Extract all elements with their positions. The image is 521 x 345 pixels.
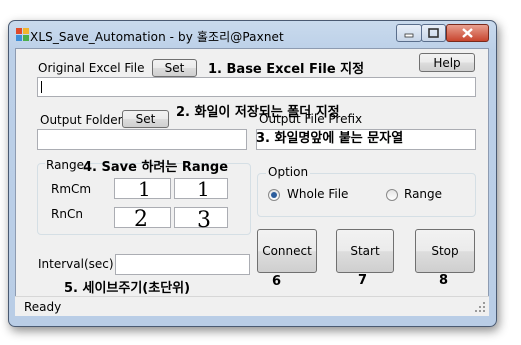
annotation-7: 7 [358, 273, 368, 288]
minimize-button[interactable] [396, 24, 422, 42]
start-button[interactable]: Start [336, 229, 394, 273]
radio-selected-dot [271, 192, 277, 198]
range-row-1-label: RmCm [51, 182, 92, 196]
range-c1-value: 1 [197, 177, 210, 201]
original-set-button[interactable]: Set [152, 59, 197, 77]
range-r1-input[interactable]: 1 [114, 177, 171, 201]
radio-range[interactable] [386, 189, 398, 201]
interval-label: Interval(sec) [38, 257, 114, 271]
radio-range-label[interactable]: Range [404, 187, 442, 201]
annotation-4: 4. Save 하려는 Range [83, 160, 229, 175]
range-c2-input[interactable]: 3 [174, 207, 228, 233]
output-folder-input[interactable] [37, 129, 247, 150]
range-row-2-label: RnCn [51, 207, 83, 221]
annotation-8: 8 [439, 273, 449, 288]
range-group-label: Range [45, 158, 86, 172]
text-caret [41, 81, 42, 93]
output-folder-set-button[interactable]: Set [122, 110, 169, 128]
close-button[interactable] [446, 24, 489, 42]
option-group-label: Option [266, 165, 311, 179]
original-file-label: Original Excel File [38, 61, 145, 75]
resize-grip-icon[interactable] [475, 302, 486, 313]
annotation-1: 1. Base Excel File 지정 [208, 62, 365, 77]
minimize-icon [404, 33, 414, 38]
range-r1-value: 1 [138, 177, 151, 201]
annotation-6: 6 [272, 274, 282, 289]
original-file-path-input[interactable] [37, 77, 476, 97]
range-r2-input[interactable]: 2 [114, 207, 171, 232]
range-r2-value: 2 [134, 207, 148, 232]
radio-whole-file-label[interactable]: Whole File [287, 187, 348, 201]
close-icon [462, 28, 473, 38]
radio-whole-file[interactable] [268, 189, 280, 201]
output-prefix-label: Output File Prefix [259, 112, 363, 126]
connect-button[interactable]: Connect [257, 229, 317, 273]
annotation-3: 3. 화일명앞에 붙는 문자열 [256, 131, 404, 146]
stop-button[interactable]: Stop [415, 229, 475, 273]
annotation-5: 5. 세이브주기(초단위) [64, 281, 191, 296]
help-button[interactable]: Help [419, 53, 475, 72]
window-title: XLS_Save_Automation - by 홀조리@Paxnet [30, 30, 284, 44]
range-c1-input[interactable]: 1 [174, 177, 228, 201]
interval-input[interactable] [115, 254, 250, 275]
maximize-button[interactable] [421, 24, 446, 42]
output-folder-label: Output Folder [40, 113, 123, 127]
status-text: Ready [24, 300, 62, 314]
status-bar: Ready [15, 296, 489, 316]
range-c2-value: 3 [197, 208, 211, 233]
app-icon [16, 28, 29, 41]
maximize-icon [428, 28, 439, 38]
